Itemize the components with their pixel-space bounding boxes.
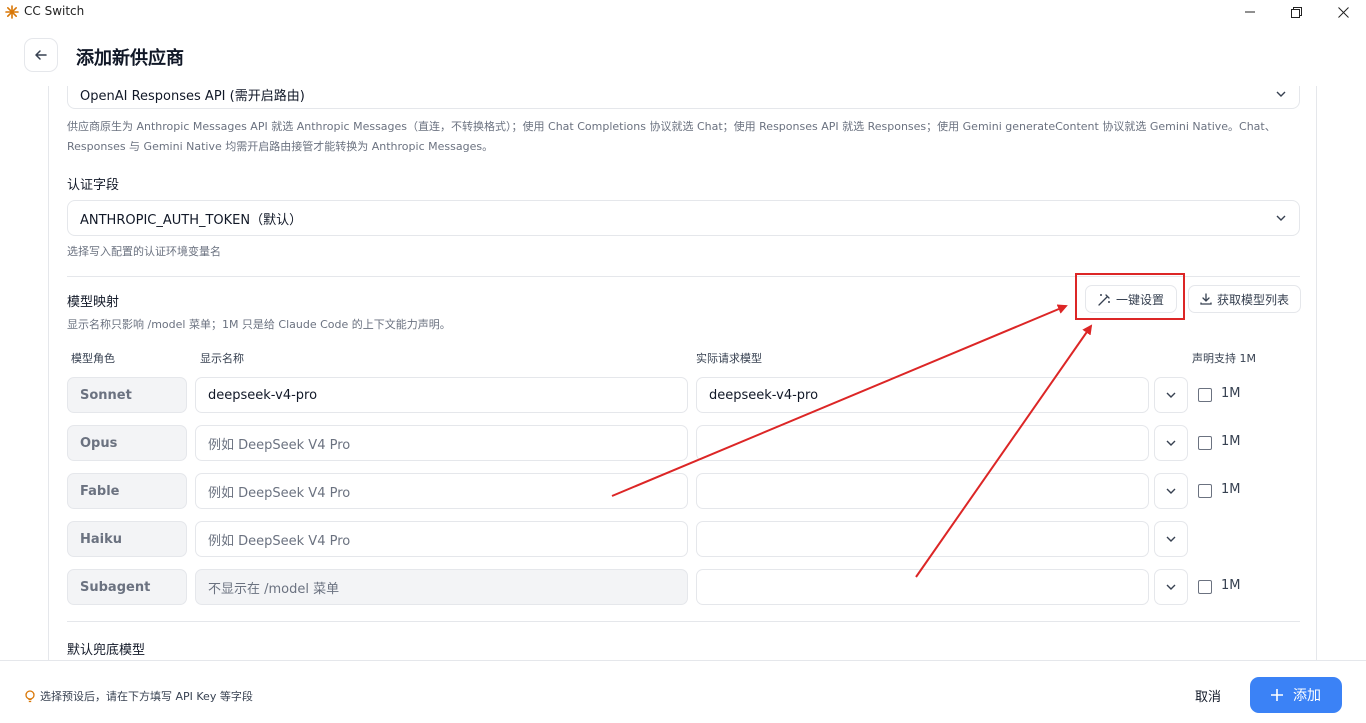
provider-form-panel: OpenAI Responses API (需开启路由) 供应商原生为 Anth… bbox=[48, 86, 1317, 660]
col-head-display: 显示名称 bbox=[200, 352, 244, 365]
col-head-1m: 声明支持 1M bbox=[1192, 352, 1256, 365]
support-1m-checkbox[interactable] bbox=[1198, 436, 1212, 450]
download-icon bbox=[1200, 293, 1212, 305]
api-format-hint: 供应商原生为 Anthropic Messages API 就选 Anthrop… bbox=[67, 117, 1307, 157]
actual-model-input[interactable] bbox=[696, 569, 1149, 605]
chevron-down-icon bbox=[1276, 91, 1286, 97]
lightbulb-icon bbox=[25, 689, 35, 702]
display-name-input[interactable]: 例如 DeepSeek V4 Pro bbox=[195, 473, 688, 509]
support-1m-label: 1M bbox=[1221, 386, 1241, 401]
close-icon bbox=[1337, 6, 1349, 18]
actual-model-input[interactable]: deepseek-v4-pro bbox=[696, 377, 1149, 413]
role-sonnet: Sonnet bbox=[67, 377, 187, 413]
api-format-value: OpenAI Responses API (需开启路由) bbox=[80, 89, 305, 104]
restore-button[interactable] bbox=[1273, 0, 1319, 24]
actual-model-input[interactable] bbox=[696, 521, 1149, 557]
chevron-down-icon bbox=[1166, 584, 1176, 590]
chevron-down-icon bbox=[1166, 440, 1176, 446]
minimize-button[interactable] bbox=[1227, 0, 1273, 24]
display-name-input[interactable]: 例如 DeepSeek V4 Pro bbox=[195, 521, 688, 557]
fetch-models-button[interactable]: 获取模型列表 bbox=[1188, 285, 1301, 313]
api-format-select[interactable]: OpenAI Responses API (需开启路由) bbox=[67, 86, 1300, 109]
chevron-down-icon bbox=[1276, 215, 1286, 221]
display-name-input[interactable]: 例如 DeepSeek V4 Pro bbox=[195, 425, 688, 461]
footer-hint: 选择预设后，请在下方填写 API Key 等字段 bbox=[24, 688, 253, 704]
add-button[interactable]: 添加 bbox=[1250, 677, 1342, 713]
display-name-input[interactable]: deepseek-v4-pro bbox=[195, 377, 688, 413]
support-1m-checkbox[interactable] bbox=[1198, 484, 1212, 498]
auth-field-label: 认证字段 bbox=[67, 178, 120, 193]
chevron-down-icon bbox=[1166, 488, 1176, 494]
col-head-actual: 实际请求模型 bbox=[696, 352, 762, 365]
minimize-icon bbox=[1245, 11, 1255, 13]
actual-model-input[interactable] bbox=[696, 473, 1149, 509]
role-haiku: Haiku bbox=[67, 521, 187, 557]
section-divider bbox=[67, 621, 1300, 622]
fetch-models-label: 获取模型列表 bbox=[1216, 292, 1289, 307]
fallback-model-label: 默认兜底模型 bbox=[67, 643, 146, 658]
model-dropdown-button[interactable] bbox=[1154, 569, 1188, 605]
model-dropdown-button[interactable] bbox=[1154, 377, 1188, 413]
plus-icon bbox=[1271, 689, 1283, 701]
auth-field-hint: 选择写入配置的认证环境变量名 bbox=[67, 245, 221, 258]
chevron-down-icon bbox=[1166, 536, 1176, 542]
model-mapping-hint: 显示名称只影响 /model 菜单；1M 只是给 Claude Code 的上下… bbox=[67, 318, 451, 331]
model-dropdown-button[interactable] bbox=[1154, 425, 1188, 461]
auth-field-value: ANTHROPIC_AUTH_TOKEN（默认） bbox=[80, 212, 303, 228]
page-header: 添加新供应商 bbox=[0, 24, 1366, 86]
restore-icon bbox=[1290, 6, 1302, 18]
support-1m-label: 1M bbox=[1221, 482, 1241, 497]
close-window-button[interactable] bbox=[1320, 0, 1366, 24]
display-name-input: 不显示在 /model 菜单 bbox=[195, 569, 688, 605]
annotation-highlight-box bbox=[1075, 273, 1185, 320]
arrow-left-icon bbox=[35, 50, 47, 60]
model-dropdown-button[interactable] bbox=[1154, 473, 1188, 509]
col-head-role: 模型角色 bbox=[71, 352, 115, 365]
role-fable: Fable bbox=[67, 473, 187, 509]
role-subagent: Subagent bbox=[67, 569, 187, 605]
footer-hint-text: 选择预设后，请在下方填写 API Key 等字段 bbox=[40, 690, 253, 703]
role-opus: Opus bbox=[67, 425, 187, 461]
api-format-hint-line2: Responses 与 Gemini Native 均需开启路由接管才能转换为 … bbox=[67, 140, 494, 153]
footer-bar: 选择预设后，请在下方填写 API Key 等字段 取消 添加 bbox=[0, 660, 1366, 723]
support-1m-checkbox[interactable] bbox=[1198, 388, 1212, 402]
model-dropdown-button[interactable] bbox=[1154, 521, 1188, 557]
app-logo-icon bbox=[5, 5, 19, 19]
support-1m-label: 1M bbox=[1221, 578, 1241, 593]
window-title: CC Switch bbox=[24, 4, 85, 18]
api-format-hint-line1: 供应商原生为 Anthropic Messages API 就选 Anthrop… bbox=[67, 120, 1276, 133]
chevron-down-icon bbox=[1166, 392, 1176, 398]
cancel-button[interactable]: 取消 bbox=[1177, 678, 1239, 712]
back-button[interactable] bbox=[24, 38, 58, 72]
add-button-label: 添加 bbox=[1293, 688, 1321, 704]
support-1m-label: 1M bbox=[1221, 434, 1241, 449]
page-title: 添加新供应商 bbox=[76, 48, 184, 69]
auth-field-select[interactable]: ANTHROPIC_AUTH_TOKEN（默认） bbox=[67, 200, 1300, 236]
support-1m-checkbox[interactable] bbox=[1198, 580, 1212, 594]
model-mapping-title: 模型映射 bbox=[67, 295, 120, 310]
title-bar: CC Switch bbox=[0, 0, 1366, 24]
actual-model-input[interactable] bbox=[696, 425, 1149, 461]
